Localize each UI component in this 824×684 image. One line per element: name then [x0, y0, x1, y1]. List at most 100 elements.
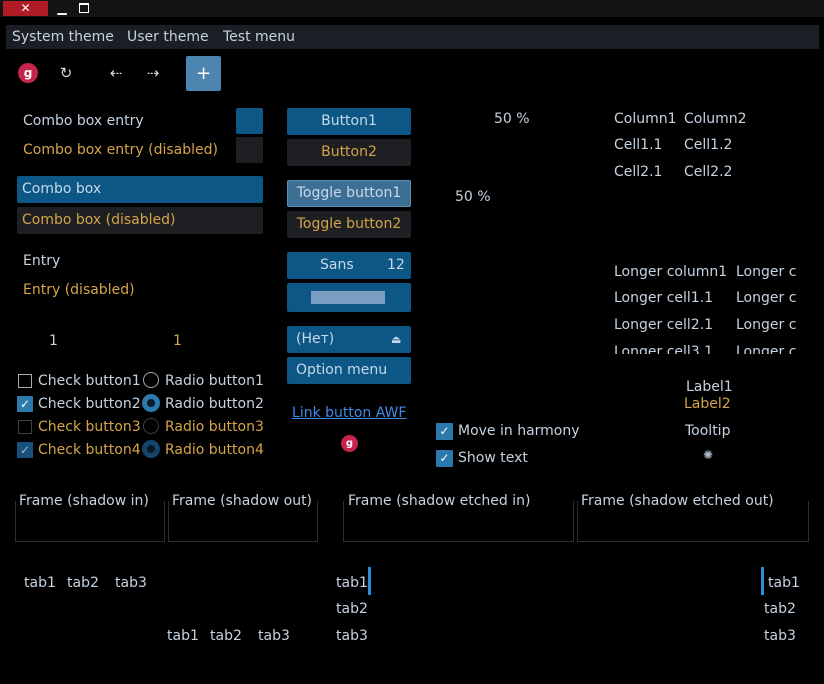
check-box-4-disabled-checked: ✓ — [17, 442, 33, 458]
tree2-cell[interactable]: Longer cell2.1 — [614, 316, 713, 334]
check-label-2[interactable]: Check button2 — [38, 395, 141, 413]
combo-entry[interactable]: Combo box entry — [23, 112, 144, 130]
close-icon: ✕ — [20, 1, 31, 15]
tree2-scrolled-view[interactable]: Longer column1 Longer c Longer cell1.1 L… — [614, 262, 810, 354]
plus-icon: + — [195, 63, 212, 84]
tab-right-2[interactable]: tab2 — [764, 600, 796, 618]
tree2-column-header-2[interactable]: Longer c — [736, 263, 796, 281]
frame-shadow-etched-in — [343, 501, 574, 542]
tree1-cell[interactable]: Cell1.1 — [614, 136, 662, 154]
tab-bottom-2[interactable]: tab2 — [210, 627, 242, 645]
menu-user-theme[interactable]: User theme — [127, 28, 209, 46]
tab-right-3[interactable]: tab3 — [764, 627, 796, 645]
tooltip-label: Tooltip — [685, 423, 731, 439]
app-logo-small-icon: g — [341, 435, 358, 452]
combo-entry-disabled-dropdown-button — [236, 137, 263, 163]
frame-shadow-etched-out — [577, 501, 809, 542]
spinner-icon: ✺ — [703, 448, 714, 462]
tree1-cell[interactable]: Cell2.1 — [614, 163, 662, 181]
tree2-cell[interactable]: Longer c — [736, 316, 796, 334]
option-menu[interactable]: Option menu — [287, 357, 411, 384]
maximize-window-button[interactable] — [79, 3, 89, 13]
tree1-column-header-1[interactable]: Column1 — [614, 110, 677, 128]
tab-right-1[interactable]: tab1 — [768, 574, 800, 592]
menu-test-menu[interactable]: Test menu — [223, 28, 295, 46]
radio-label-2[interactable]: Radio button2 — [165, 395, 264, 413]
tab-left-active-indicator — [368, 567, 371, 595]
spin-button[interactable]: 1 — [49, 332, 58, 350]
toggle-button-2-disabled: Toggle button2 — [287, 211, 411, 238]
progress-label-1: 50 % — [494, 111, 530, 127]
entry-field[interactable]: Entry — [23, 252, 60, 270]
check-label-3: Check button3 — [38, 419, 141, 435]
radio-1[interactable] — [143, 372, 159, 388]
move-in-harmony-label[interactable]: Move in harmony — [458, 422, 580, 440]
forward-icon[interactable]: ⇢ — [143, 63, 163, 83]
tree1-column-header-2[interactable]: Column2 — [684, 110, 747, 128]
entry-field-disabled: Entry (disabled) — [23, 282, 135, 298]
check-label-1[interactable]: Check button1 — [38, 372, 141, 390]
tab-top-3[interactable]: tab3 — [115, 574, 147, 592]
move-in-harmony-checkbox[interactable]: ✓ — [436, 423, 453, 440]
button-2-disabled: Button2 — [287, 139, 411, 166]
frame-shadow-in — [15, 501, 165, 542]
tab-top-1[interactable]: tab1 — [24, 574, 56, 592]
button-1[interactable]: Button1 — [287, 108, 411, 135]
check-box-3-disabled — [18, 420, 32, 434]
label-1: Label1 — [686, 379, 733, 395]
link-button[interactable]: Link button AWF — [292, 404, 406, 422]
frame-shadow-out — [168, 501, 318, 542]
radio-2-selected[interactable] — [142, 394, 160, 412]
back-icon[interactable]: ⇠ — [106, 63, 126, 83]
show-text-checkbox[interactable]: ✓ — [436, 450, 453, 467]
tree2-column-header-1[interactable]: Longer column1 — [614, 263, 727, 281]
radio-label-3: Radio button3 — [165, 419, 264, 435]
progress-label-2: 50 % — [455, 189, 491, 205]
radio-label-1[interactable]: Radio button1 — [165, 372, 264, 390]
combo-entry-dropdown-button[interactable] — [236, 108, 263, 134]
combo-entry-disabled: Combo box entry (disabled) — [23, 142, 218, 158]
tab-left-1[interactable]: tab1 — [336, 574, 368, 592]
tab-bottom-3[interactable]: tab3 — [258, 627, 290, 645]
radio-label-4: Radio button4 — [165, 442, 264, 458]
toggle-button-1[interactable]: Toggle button1 — [287, 180, 411, 207]
tree2-cell[interactable]: Longer c — [736, 343, 796, 354]
label-2: Label2 — [684, 396, 731, 412]
tab-right-active-indicator — [761, 567, 764, 595]
app-logo-icon: g — [18, 63, 38, 83]
file-chooser-button[interactable]: (Нет) ⏏ — [287, 326, 411, 353]
tree1-cell[interactable]: Cell1.2 — [684, 136, 732, 154]
font-name: Sans — [320, 257, 354, 273]
refresh-icon[interactable]: ↻ — [56, 63, 76, 83]
tree2-cell[interactable]: Longer cell3.1 — [614, 343, 713, 354]
minimize-window-button[interactable]: ▁ — [54, 0, 70, 17]
tab-bottom-1[interactable]: tab1 — [167, 627, 199, 645]
tab-top-2[interactable]: tab2 — [67, 574, 99, 592]
tree2-cell[interactable]: Longer cell1.1 — [614, 289, 713, 307]
add-tool-button[interactable]: + — [186, 56, 221, 91]
file-chooser-label: (Нет) — [296, 331, 335, 347]
tab-left-3[interactable]: tab3 — [336, 627, 368, 645]
tree2-cell[interactable]: Longer c — [736, 289, 796, 307]
check-label-4: Check button4 — [38, 442, 141, 458]
color-swatch — [311, 291, 385, 304]
combo-box-disabled: Combo box (disabled) — [17, 207, 263, 234]
spin-button-disabled: 1 — [173, 333, 182, 349]
font-button[interactable]: Sans 12 — [287, 252, 411, 279]
close-window-button[interactable]: ✕ — [3, 1, 48, 16]
menu-system-theme[interactable]: System theme — [12, 28, 114, 46]
tree1-cell[interactable]: Cell2.2 — [684, 163, 732, 181]
eject-icon: ⏏ — [391, 333, 402, 346]
minimize-icon: ▁ — [57, 1, 67, 15]
title-bar — [0, 0, 824, 17]
option-menu-label: Option menu — [296, 362, 388, 378]
color-button[interactable] — [287, 283, 411, 312]
radio-3-disabled — [143, 418, 159, 434]
radio-4-disabled-selected — [142, 440, 160, 458]
check-box-1[interactable] — [18, 374, 32, 388]
tab-left-2[interactable]: tab2 — [336, 600, 368, 618]
menu-bar: System theme User theme Test menu — [6, 25, 819, 49]
check-box-2-checked[interactable]: ✓ — [17, 396, 33, 412]
show-text-label[interactable]: Show text — [458, 449, 528, 467]
combo-box[interactable]: Combo box — [17, 176, 263, 203]
